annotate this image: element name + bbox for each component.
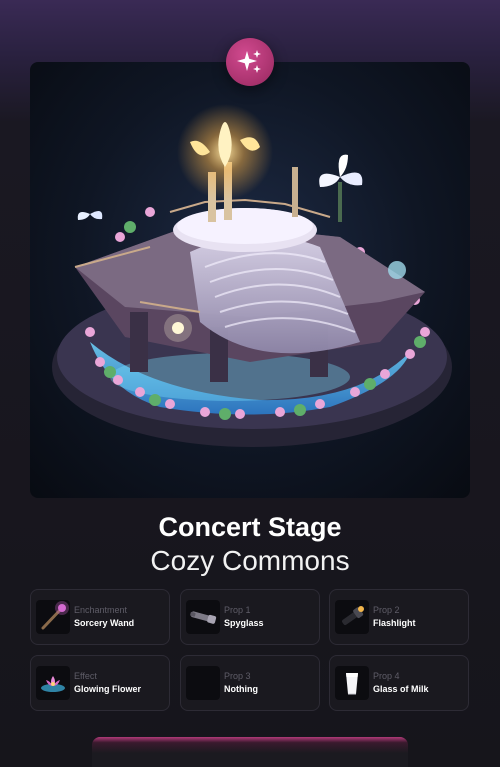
flower-icon: [36, 666, 70, 700]
item-card-prop-1[interactable]: Prop 1 Spyglass: [180, 589, 320, 645]
item-value: Glass of Milk: [373, 684, 429, 694]
flashlight-icon: [335, 600, 369, 634]
item-card-prop-2[interactable]: Prop 2 Flashlight: [329, 589, 469, 645]
item-value: Nothing: [224, 684, 258, 694]
item-key: Enchantment: [74, 605, 128, 615]
item-card-enchantment[interactable]: Enchantment Sorcery Wand: [30, 589, 170, 645]
item-value: Glowing Flower: [74, 684, 141, 694]
item-key: Effect: [74, 671, 97, 681]
item-value: Flashlight: [373, 618, 416, 628]
sparkles-badge: [226, 38, 274, 86]
spyglass-icon: [186, 600, 220, 634]
sparkles-icon: [237, 50, 261, 73]
bottom-action-button[interactable]: [92, 737, 408, 767]
empty-icon: [186, 666, 220, 700]
item-key: Prop 4: [373, 671, 400, 681]
item-value: Spyglass: [224, 618, 264, 628]
item-key: Prop 3: [224, 671, 251, 681]
milk-glass-icon: [335, 666, 369, 700]
item-card-prop-3[interactable]: Prop 3 Nothing: [180, 655, 320, 711]
page-subtitle: Cozy Commons: [150, 545, 350, 576]
item-value: Sorcery Wand: [74, 618, 135, 628]
item-key: Prop 2: [373, 605, 400, 615]
item-key: Prop 1: [224, 605, 251, 615]
stage-illustration: [30, 62, 470, 498]
wand-icon: [36, 600, 70, 634]
item-card-effect[interactable]: Effect Glowing Flower: [30, 655, 170, 711]
page-title: Concert Stage: [158, 512, 342, 542]
item-card-prop-4[interactable]: Prop 4 Glass of Milk: [329, 655, 469, 711]
